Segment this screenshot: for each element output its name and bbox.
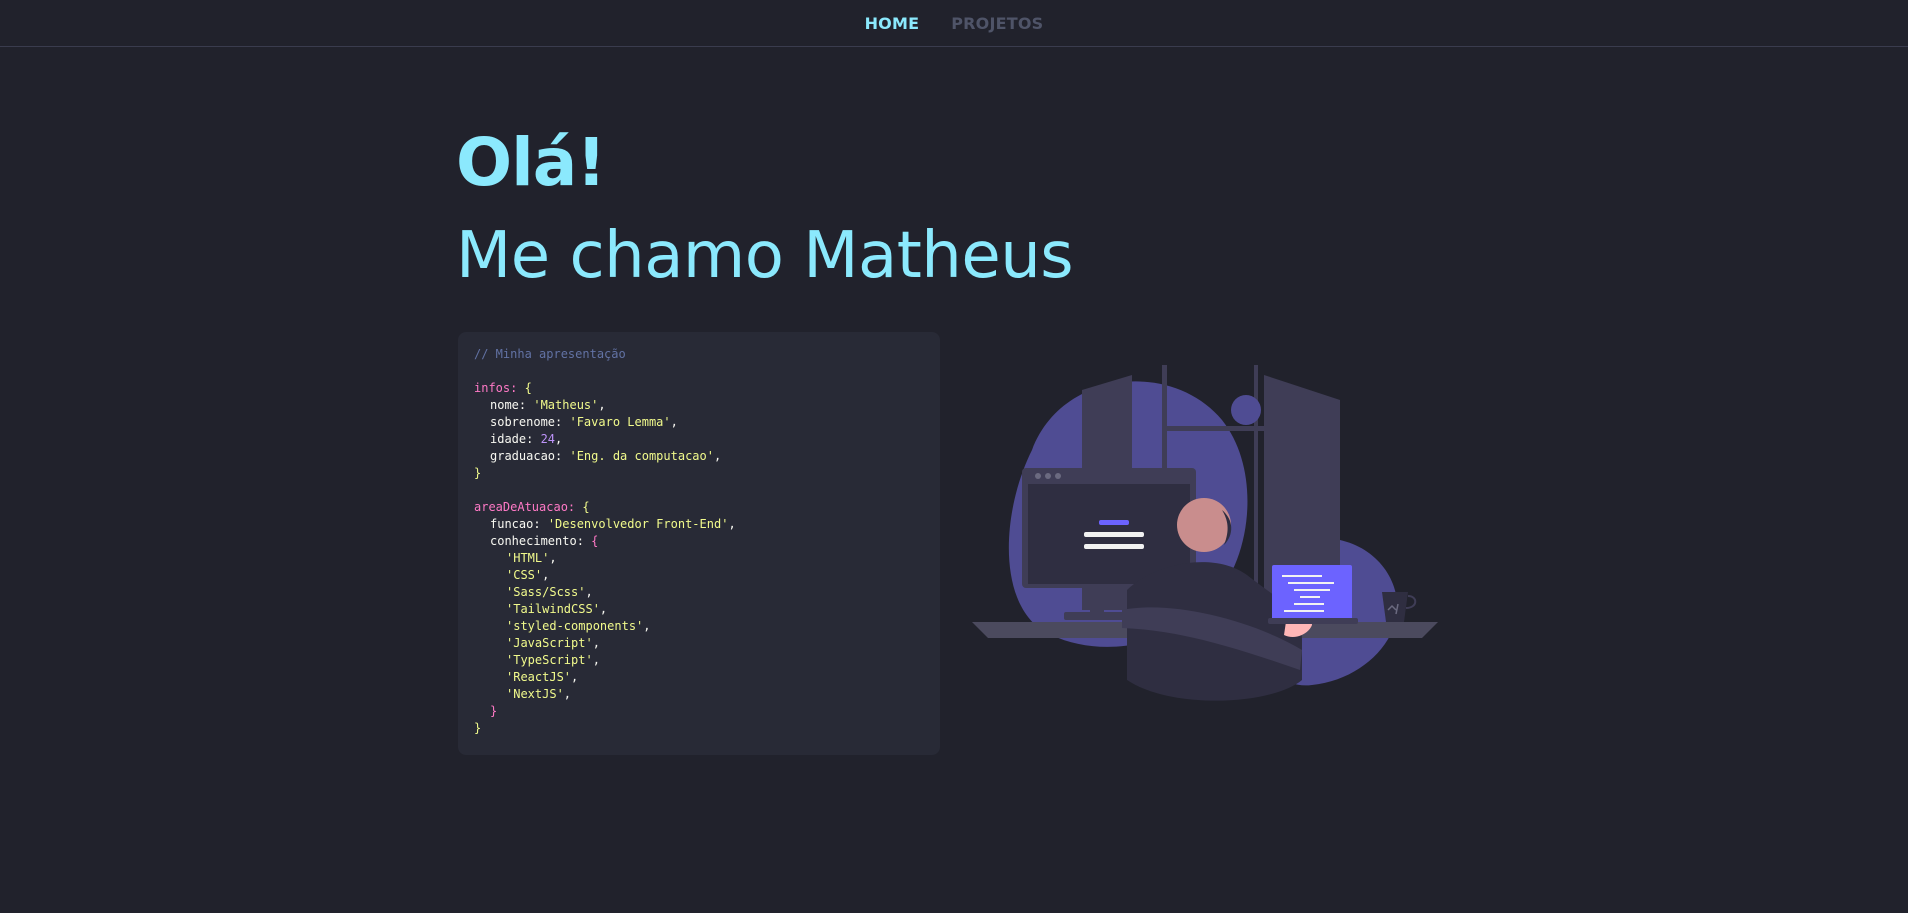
conhecimento-item: 'CSS', — [506, 568, 550, 582]
conhecimento-item: 'JavaScript', — [506, 636, 600, 650]
conhecimento-value: 'TypeScript' — [506, 653, 593, 667]
conhecimento-value: 'ReactJS' — [506, 670, 572, 684]
area-close-line: } — [474, 721, 482, 735]
code-presentation-card: // Minha apresentação infos: { nome: 'Ma… — [458, 332, 940, 755]
infos-prop: nome — [490, 398, 519, 412]
monitor-dot-3 — [1055, 473, 1061, 479]
infos-line-graduacao: graduacao: 'Eng. da computacao', — [490, 449, 722, 463]
developer-at-desk-illustration — [972, 365, 1438, 701]
infos-key: infos — [474, 381, 511, 395]
conhecimento-item: 'ReactJS', — [506, 670, 579, 684]
nav-projects-link[interactable]: PROJETOS — [951, 14, 1043, 33]
monitor-text-line-1 — [1084, 532, 1144, 537]
infos-line-sobrenome: sobrenome: 'Favaro Lemma', — [490, 415, 678, 429]
conhecimento-prop: conhecimento — [490, 534, 577, 548]
top-navigation: HOME PROJETOS — [0, 0, 1908, 47]
infos-prop: graduacao — [490, 449, 556, 463]
infos-value: 24 — [540, 432, 556, 446]
infos-prop: sobrenome — [490, 415, 556, 429]
infos-open-line: infos: { — [474, 381, 532, 395]
greeting-heading: Olá! — [456, 124, 606, 201]
person-head — [1177, 498, 1231, 552]
conhecimento-value: 'CSS' — [506, 568, 543, 582]
infos-line-idade: idade: 24, — [490, 432, 563, 446]
conhecimento-item: 'HTML', — [506, 551, 557, 565]
area-open-line: areaDeAtuacao: { — [474, 500, 590, 514]
infos-close-line: } — [474, 466, 482, 480]
code-comment: // Minha apresentação — [474, 347, 626, 361]
conhecimento-item: 'NextJS', — [506, 687, 572, 701]
conhecimento-list: 'HTML', 'CSS', 'Sass/Scss', 'TailwindCSS', '… — [474, 550, 924, 703]
laptop-base — [1268, 618, 1358, 624]
monitor-dot-1 — [1035, 473, 1041, 479]
monitor-accent-bar — [1099, 520, 1129, 525]
funcao-value: 'Desenvolvedor Front-End' — [547, 517, 729, 531]
monitor-stand — [1090, 588, 1104, 614]
conhecimento-value: 'Sass/Scss' — [506, 585, 586, 599]
funcao-line: funcao: 'Desenvolvedor Front-End', — [490, 517, 736, 531]
conhecimento-value: 'TailwindCSS' — [506, 602, 600, 616]
conhecimento-value: 'styled-components' — [506, 619, 644, 633]
conhecimento-item: 'TypeScript', — [506, 653, 600, 667]
infos-prop: idade — [490, 432, 527, 446]
area-key: areaDeAtuacao — [474, 500, 568, 514]
conhecimento-line: conhecimento: { — [490, 534, 599, 548]
infos-line-nome: nome: 'Matheus', — [490, 398, 606, 412]
conhecimento-item: 'Sass/Scss', — [506, 585, 593, 599]
funcao-prop: funcao — [490, 517, 534, 531]
monitor-base — [1064, 612, 1130, 620]
conhecimento-item: 'styled-components', — [506, 619, 651, 633]
infos-value: 'Matheus' — [533, 398, 599, 412]
mug — [1382, 592, 1408, 622]
laptop-screen — [1272, 565, 1352, 621]
intro-heading: Me chamo Matheus — [456, 219, 1074, 293]
nav-home-link[interactable]: HOME — [865, 14, 920, 33]
conhecimento-value: 'JavaScript' — [506, 636, 593, 650]
conhecimento-value: 'HTML' — [506, 551, 550, 565]
infos-value: 'Eng. da computacao' — [569, 449, 714, 463]
conhecimento-close-line: } — [490, 704, 498, 718]
infos-value: 'Favaro Lemma' — [569, 415, 671, 429]
monitor-dot-2 — [1045, 473, 1051, 479]
window-lamp — [1231, 395, 1261, 425]
mug-handle — [1405, 595, 1417, 609]
conhecimento-item: 'TailwindCSS', — [506, 602, 608, 616]
conhecimento-value: 'NextJS' — [506, 687, 564, 701]
infos-block: nome: 'Matheus', sobrenome: 'Favaro Lemma… — [474, 397, 924, 465]
monitor-text-line-2 — [1084, 544, 1144, 549]
